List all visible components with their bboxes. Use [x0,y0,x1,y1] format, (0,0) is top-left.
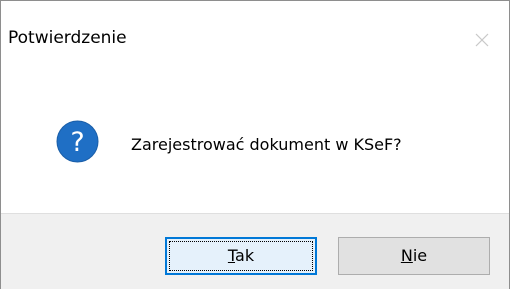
yes-mnemonic: T [227,246,236,265]
no-label-rest: ie [412,246,428,265]
close-button[interactable] [467,25,497,55]
yes-button[interactable]: Tak [165,237,317,275]
no-mnemonic: N [400,246,413,265]
confirmation-dialog: Potwierdzenie ? Zarejestrować dokument w… [0,0,510,289]
yes-label-rest: ak [235,246,255,265]
svg-text:?: ? [70,127,84,158]
button-bar: Tak Nie [1,213,509,289]
dialog-content: ? Zarejestrować dokument w KSeF? [1,75,509,213]
close-icon [475,33,489,47]
title-bar: Potwierdzenie [1,1,509,75]
dialog-message: Zarejestrować dokument w KSeF? [131,135,402,154]
window-title: Potwierdzenie [8,28,127,48]
no-button[interactable]: Nie [338,237,490,275]
question-icon: ? [56,120,99,163]
